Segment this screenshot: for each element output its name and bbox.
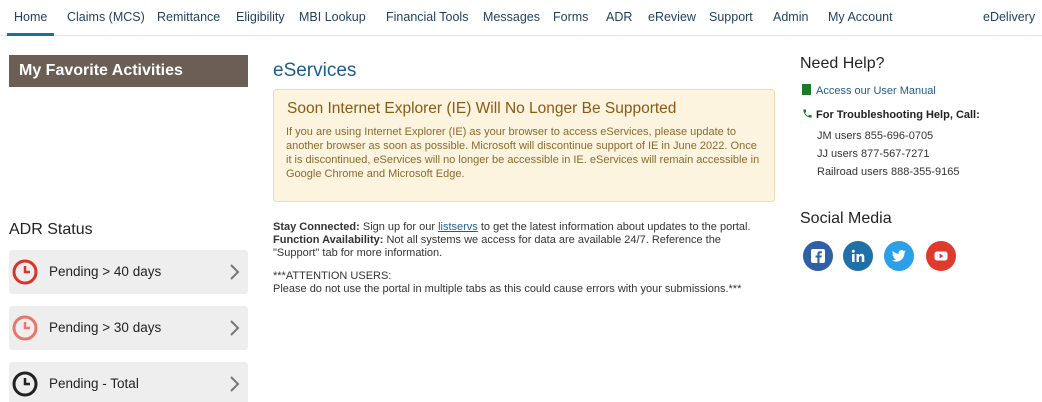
phone-list: JM users 855-696-0705 JJ users 877-567-7…	[817, 127, 959, 181]
nav-mbi-lookup[interactable]: MBI Lookup	[299, 10, 366, 24]
linkedin-icon[interactable]	[843, 241, 873, 271]
phone-jj: JJ users 877-567-7271	[817, 148, 930, 160]
info-section: Stay Connected: Sign up for our listserv…	[273, 221, 763, 296]
phone-jm: JM users 855-696-0705	[817, 130, 934, 142]
chevron-right-icon	[230, 376, 240, 392]
troubleshooting-label: For Troubleshooting Help, Call:	[802, 108, 980, 121]
notice-body: If you are using Internet Explorer (IE) …	[286, 126, 760, 180]
book-icon	[802, 84, 811, 95]
adr-item-label: Pending > 40 days	[49, 264, 162, 279]
phone-icon	[803, 109, 812, 118]
user-manual-label: Access our User Manual	[816, 85, 936, 97]
nav-admin[interactable]: Admin	[773, 10, 808, 24]
attention-text: Please do not use the portal in multiple…	[273, 283, 742, 295]
phone-railroad: Railroad users 888-355-9165	[817, 166, 960, 178]
ie-deprecation-notice: Soon Internet Explorer (IE) Will No Long…	[273, 89, 775, 202]
page-title: eServices	[273, 60, 357, 81]
function-availability-label: Function Availability:	[273, 234, 384, 246]
top-navigation: Home Claims (MCS) Remittance Eligibility…	[0, 0, 1042, 36]
adr-pending-30-days[interactable]: Pending > 30 days	[9, 306, 248, 350]
twitter-icon[interactable]	[884, 241, 914, 271]
facebook-icon[interactable]	[803, 241, 833, 271]
nav-ereview[interactable]: eReview	[648, 10, 696, 24]
active-tab-indicator	[7, 33, 54, 36]
stay-connected-text: Sign up for our	[359, 221, 439, 233]
adr-item-label: Pending - Total	[49, 376, 139, 391]
attention-title: ***ATTENTION USERS:	[273, 270, 392, 282]
nav-edelivery[interactable]: eDelivery	[983, 10, 1035, 24]
nav-eligibility[interactable]: Eligibility	[236, 10, 285, 24]
clock-icon	[12, 315, 38, 341]
need-help-title: Need Help?	[800, 55, 885, 72]
adr-status-title: ADR Status	[9, 221, 93, 238]
stay-connected-text-end: to get the latest information about upda…	[477, 221, 751, 233]
favorite-activities-header: My Favorite Activities	[9, 55, 248, 87]
troubleshooting-text: For Troubleshooting Help, Call:	[816, 109, 980, 121]
adr-pending-total[interactable]: Pending - Total	[9, 362, 248, 402]
nav-remittance[interactable]: Remittance	[157, 10, 220, 24]
nav-adr[interactable]: ADR	[606, 10, 632, 24]
listservs-link[interactable]: listservs	[438, 221, 478, 233]
clock-icon	[12, 371, 38, 397]
notice-title: Soon Internet Explorer (IE) Will No Long…	[287, 100, 677, 117]
user-manual-link[interactable]: Access our User Manual	[802, 84, 936, 97]
nav-support[interactable]: Support	[709, 10, 753, 24]
social-media-title: Social Media	[800, 210, 892, 227]
chevron-right-icon	[230, 264, 240, 280]
stay-connected-paragraph: Stay Connected: Sign up for our listserv…	[273, 221, 763, 234]
youtube-icon[interactable]	[926, 241, 956, 271]
nav-my-account[interactable]: My Account	[828, 10, 893, 24]
adr-item-label: Pending > 30 days	[49, 320, 162, 335]
chevron-right-icon	[230, 320, 240, 336]
nav-messages[interactable]: Messages	[483, 10, 540, 24]
adr-pending-40-days[interactable]: Pending > 40 days	[9, 250, 248, 294]
nav-forms[interactable]: Forms	[553, 10, 588, 24]
nav-home[interactable]: Home	[14, 10, 47, 24]
nav-financial-tools[interactable]: Financial Tools	[386, 10, 468, 24]
nav-claims-mcs[interactable]: Claims (MCS)	[67, 10, 145, 24]
clock-icon	[12, 259, 38, 285]
function-availability-paragraph: Function Availability: Not all systems w…	[273, 234, 763, 260]
stay-connected-label: Stay Connected:	[273, 221, 360, 233]
